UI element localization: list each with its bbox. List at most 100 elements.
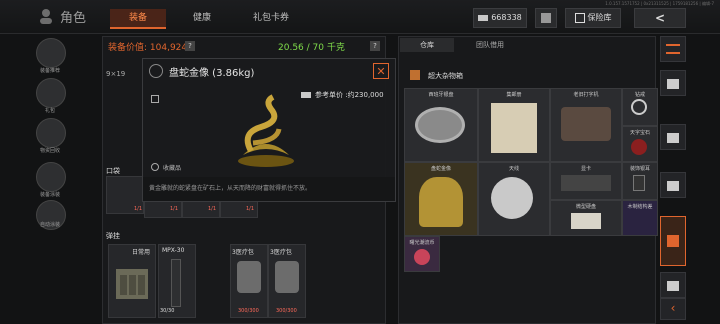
weight-help-icon[interactable]: ? — [370, 41, 380, 51]
top-bar: 1.0.157.1571752 | 0x21311525 | 175918125… — [0, 0, 720, 34]
box-icon — [667, 281, 679, 291]
safe-button[interactable]: 保险库 — [565, 8, 621, 28]
character-icon — [38, 8, 54, 24]
item-name: 显卡 — [580, 166, 591, 172]
left-menu-label: 装备推荐 — [39, 68, 60, 74]
storage-item[interactable]: 天字宝石 — [622, 126, 658, 162]
safe-label: 保险库 — [587, 13, 612, 22]
large-box-button[interactable] — [660, 216, 686, 266]
tooltip-title: 盘蛇金像 (3.86kg) — [169, 68, 255, 79]
tooltip-description-box: 黄金雕就的蛇紧盘在矿石上，从天而降的财富就得抓住不放。 — [143, 177, 395, 201]
typewriter-icon — [561, 107, 611, 141]
back-button[interactable]: < — [634, 8, 686, 28]
reference-price: 参考单价 :约230,000 — [315, 91, 384, 99]
item-name: 盘蛇金像 — [430, 166, 451, 172]
equipment-value-label: 装备价值: — [108, 43, 148, 53]
storage-item[interactable]: 集邮册 — [478, 88, 550, 162]
item-count: 300/300 — [276, 308, 297, 314]
storage-item[interactable]: 木制结构差 — [622, 200, 658, 236]
item-name: 西班牙银盘 — [428, 92, 454, 98]
medkit-icon — [237, 261, 261, 293]
item-name: 集邮册 — [506, 92, 522, 98]
currency-display[interactable]: 668338 — [473, 8, 527, 28]
medkit-icon — [275, 261, 299, 293]
safe-icon — [574, 12, 585, 23]
value-help-icon[interactable]: ? — [185, 41, 195, 51]
item-name: 老旧打字机 — [573, 92, 599, 98]
equipment-value-number: 104,924 — [149, 43, 188, 53]
collectible-tag-icon — [151, 163, 159, 171]
item-name: 日常用 — [132, 249, 151, 256]
gift-button[interactable] — [36, 78, 66, 108]
left-menu-label: 自动涂装 — [39, 222, 60, 228]
diamond-ring-icon — [631, 99, 647, 115]
count-label: 1/1 — [134, 206, 143, 212]
coin-icon — [414, 249, 430, 265]
storage-item[interactable]: 钻戒 — [622, 88, 658, 126]
storage-item[interactable]: 装饰银耳 — [622, 162, 658, 200]
collapse-button[interactable]: ‹ — [660, 298, 686, 320]
storage-page-button[interactable] — [660, 124, 686, 150]
version-text: 1.0.157.1571752 | 0x21311525 | 175918125… — [605, 1, 714, 6]
tab-team-borrow[interactable]: 团队借用 — [456, 38, 524, 52]
pocket-label: 口袋 — [106, 167, 120, 175]
magazine-icon — [171, 259, 181, 307]
item-count: 300/300 — [238, 308, 259, 314]
item-count: 30/30 — [160, 308, 175, 314]
skin-button[interactable] — [36, 162, 66, 192]
count-label: 1/1 — [246, 206, 255, 212]
box-icon — [410, 70, 420, 80]
gem-icon — [631, 139, 647, 155]
graphics-card-icon — [561, 175, 611, 191]
sort-button[interactable] — [660, 36, 686, 62]
home-button[interactable] — [660, 70, 686, 96]
magazine-slot[interactable] — [158, 244, 196, 318]
storage-section-title: 超大杂物箱 — [428, 72, 463, 80]
hard-drive-icon — [571, 213, 601, 229]
item-name: 曙光潮流币 — [409, 240, 435, 246]
sort-icon — [666, 44, 680, 54]
collectible-tag: 收藏品 — [163, 165, 182, 172]
tab-health[interactable]: 健康 — [176, 9, 228, 27]
count-label: 1/1 — [208, 206, 217, 212]
banknote-icon — [301, 92, 311, 98]
item-name: 天线 — [508, 166, 519, 172]
storage-item[interactable]: 显卡 — [550, 162, 622, 200]
tab-equipment[interactable]: 装备 — [110, 9, 166, 29]
banknote-icon — [478, 14, 489, 21]
storage-item[interactable]: 西班牙银盘 — [404, 88, 478, 162]
stamp-album-icon — [491, 103, 537, 153]
recommend-equipment-button[interactable] — [36, 38, 66, 68]
chest-rig-icon — [116, 269, 148, 299]
storage-item[interactable]: 曙光潮流币 — [404, 236, 440, 272]
tab-warehouse[interactable]: 仓库 — [400, 38, 454, 52]
rank-icon — [541, 13, 551, 23]
weight-display: 20.56 / 70 千克 — [278, 43, 345, 53]
ammo-type-label: 9×19 — [106, 70, 126, 78]
rank-button[interactable] — [535, 8, 557, 28]
storage-page-button[interactable] — [660, 272, 686, 298]
close-button[interactable]: ✕ — [373, 63, 389, 79]
storage-page-button[interactable] — [660, 172, 686, 198]
item-name: 装饰银耳 — [629, 166, 650, 172]
golden-snake-icon — [419, 177, 463, 227]
storage-item-selected[interactable]: 盘蛇金像 — [404, 162, 478, 236]
home-icon — [667, 79, 679, 89]
item-name: 3医疗包 — [270, 249, 292, 256]
share-icon[interactable] — [151, 95, 159, 103]
tab-gift-cards[interactable]: 礼包卡券 — [240, 9, 302, 27]
equipment-value: 装备价值: 104,924 — [108, 40, 187, 53]
storage-item[interactable]: 天线 — [478, 162, 550, 236]
magazine-label: 弹挂 — [106, 232, 120, 240]
storage-item[interactable]: 老旧打字机 — [550, 88, 622, 162]
golden-snake-statue-icon — [238, 94, 294, 167]
count-label: 1/1 — [170, 206, 179, 212]
storage-item[interactable]: 微型硬盘 — [550, 200, 622, 236]
page-title: 角色 — [60, 11, 87, 26]
recycle-button[interactable] — [36, 118, 66, 148]
tooltip-description: 黄金雕就的蛇紧盘在矿石上，从天而降的财富就得抓住不放。 — [149, 185, 312, 192]
left-menu-label: 装备涂装 — [39, 192, 60, 198]
silver-plate-icon — [415, 107, 465, 143]
item-name: 木制结构差 — [627, 204, 653, 210]
collectible-icon — [149, 64, 163, 78]
